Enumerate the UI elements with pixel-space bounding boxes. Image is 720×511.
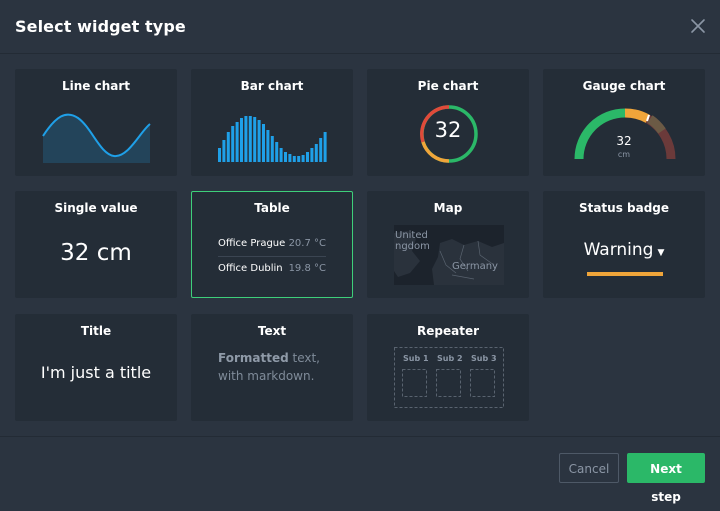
- table-preview: Office Prague 20.7 °C Office Dublin 19.8…: [218, 232, 326, 281]
- table-cell-name: Office Dublin: [218, 263, 283, 274]
- bar-icon-bar: [231, 126, 235, 162]
- widget-card-status-badge[interactable]: Status badge Warning ▼: [543, 191, 705, 298]
- bar-icon-bar: [301, 155, 305, 162]
- table-row: Office Dublin 19.8 °C: [218, 256, 326, 281]
- bar-icon-bar: [257, 120, 261, 162]
- bar-icon-bar: [323, 132, 327, 162]
- text-sample-bold: Formatted: [218, 351, 289, 365]
- bar-icon-bar: [240, 118, 243, 162]
- widget-card-map[interactable]: Map United ngdom Germany: [367, 191, 529, 298]
- widget-label: Repeater: [417, 324, 479, 338]
- widget-card-line-chart[interactable]: Line chart: [15, 69, 177, 176]
- svg-text:ngdom: ngdom: [395, 241, 430, 252]
- next-step-button[interactable]: Next step: [627, 453, 705, 504]
- svg-text:Germany: Germany: [452, 261, 498, 272]
- dialog-footer: Cancel Next step: [0, 436, 720, 504]
- bar-icon-bar: [275, 142, 279, 162]
- repeater-sub-label: Sub 1: [403, 354, 429, 363]
- bar-icon-bar: [253, 117, 257, 162]
- status-badge-underline: [587, 272, 663, 276]
- map-thumbnail: United ngdom Germany: [394, 225, 504, 285]
- widget-card-table[interactable]: Table Office Prague 20.7 °C Office Dubli…: [191, 191, 353, 298]
- gauge-unit: cm: [617, 150, 631, 159]
- gauge-value: 32: [616, 134, 632, 148]
- bar-icon-bar: [297, 156, 301, 162]
- widget-card-title[interactable]: Title I'm just a title: [15, 314, 177, 421]
- widget-card-text[interactable]: Text Formatted text, with markdown.: [191, 314, 353, 421]
- bar-icon-bar: [244, 116, 248, 162]
- select-widget-dialog: Select widget type Line chart Bar chart …: [0, 0, 720, 504]
- text-sample-rest: text,: [288, 351, 321, 365]
- widget-card-single-value[interactable]: Single value 32 cm: [15, 191, 177, 298]
- bar-icon-bar: [235, 122, 239, 162]
- status-badge: Warning ▼: [544, 240, 704, 260]
- bar-icon-bar: [266, 130, 270, 162]
- widget-label: Single value: [54, 201, 138, 215]
- bar-icon-bar: [306, 152, 309, 162]
- title-sample: I'm just a title: [40, 363, 152, 382]
- caret-down-icon: ▼: [657, 248, 665, 258]
- bar-icon-bar: [222, 140, 226, 162]
- close-icon[interactable]: [688, 16, 708, 36]
- widget-card-repeater[interactable]: Repeater Sub 1 Sub 2 Sub 3: [367, 314, 529, 421]
- bar-icon-bar: [319, 138, 323, 162]
- widget-card-pie-chart[interactable]: Pie chart 32: [367, 69, 529, 176]
- table-cell-name: Office Prague: [218, 238, 286, 249]
- widget-label: Status badge: [578, 201, 670, 215]
- repeater-sub-label: Sub 2: [437, 354, 463, 363]
- widget-label: Bar chart: [240, 79, 304, 93]
- bar-icon-bar: [270, 136, 274, 162]
- bar-icon-bar: [262, 124, 265, 162]
- table-cell-value: 19.8 °C: [288, 263, 326, 274]
- svg-text:United: United: [395, 230, 428, 241]
- bar-icon-bar: [292, 156, 296, 162]
- dialog-header: Select widget type: [0, 0, 720, 54]
- repeater-sub-label: Sub 3: [471, 354, 497, 363]
- pie-value: 32: [434, 118, 462, 142]
- cancel-button[interactable]: Cancel: [559, 453, 619, 483]
- table-row: Office Prague 20.7 °C: [218, 232, 326, 256]
- text-sample: Formatted text, with markdown.: [218, 349, 320, 385]
- single-value-text: 32 cm: [60, 240, 132, 266]
- bar-icon-bar: [279, 148, 283, 162]
- table-cell-value: 20.7 °C: [288, 238, 326, 249]
- line-chart-icon: [42, 113, 151, 163]
- bar-icon-bar: [310, 148, 314, 162]
- bar-icon-bar: [218, 148, 221, 162]
- text-sample-line2: with markdown.: [218, 369, 315, 383]
- widget-card-gauge-chart[interactable]: Gauge chart 32 cm: [543, 69, 705, 176]
- widget-label: Map: [433, 201, 463, 215]
- bar-icon-bar: [284, 152, 287, 162]
- widget-label: Line chart: [61, 79, 131, 93]
- widget-card-bar-chart[interactable]: Bar chart: [191, 69, 353, 176]
- status-badge-text: Warning: [583, 240, 654, 260]
- repeater-icon: Sub 1 Sub 2 Sub 3: [394, 347, 504, 408]
- bar-chart-icon: [218, 116, 327, 162]
- widget-label: Gauge chart: [582, 79, 666, 93]
- bar-icon-bar: [288, 154, 292, 162]
- bar-icon-bar: [226, 132, 230, 162]
- dialog-title: Select widget type: [15, 17, 186, 36]
- bar-icon-bar: [314, 144, 318, 162]
- bar-icon-bar: [248, 116, 252, 162]
- widget-label: Text: [257, 324, 287, 338]
- widget-label: Title: [80, 324, 112, 338]
- widget-label: Table: [254, 201, 290, 215]
- widget-label: Pie chart: [417, 79, 479, 93]
